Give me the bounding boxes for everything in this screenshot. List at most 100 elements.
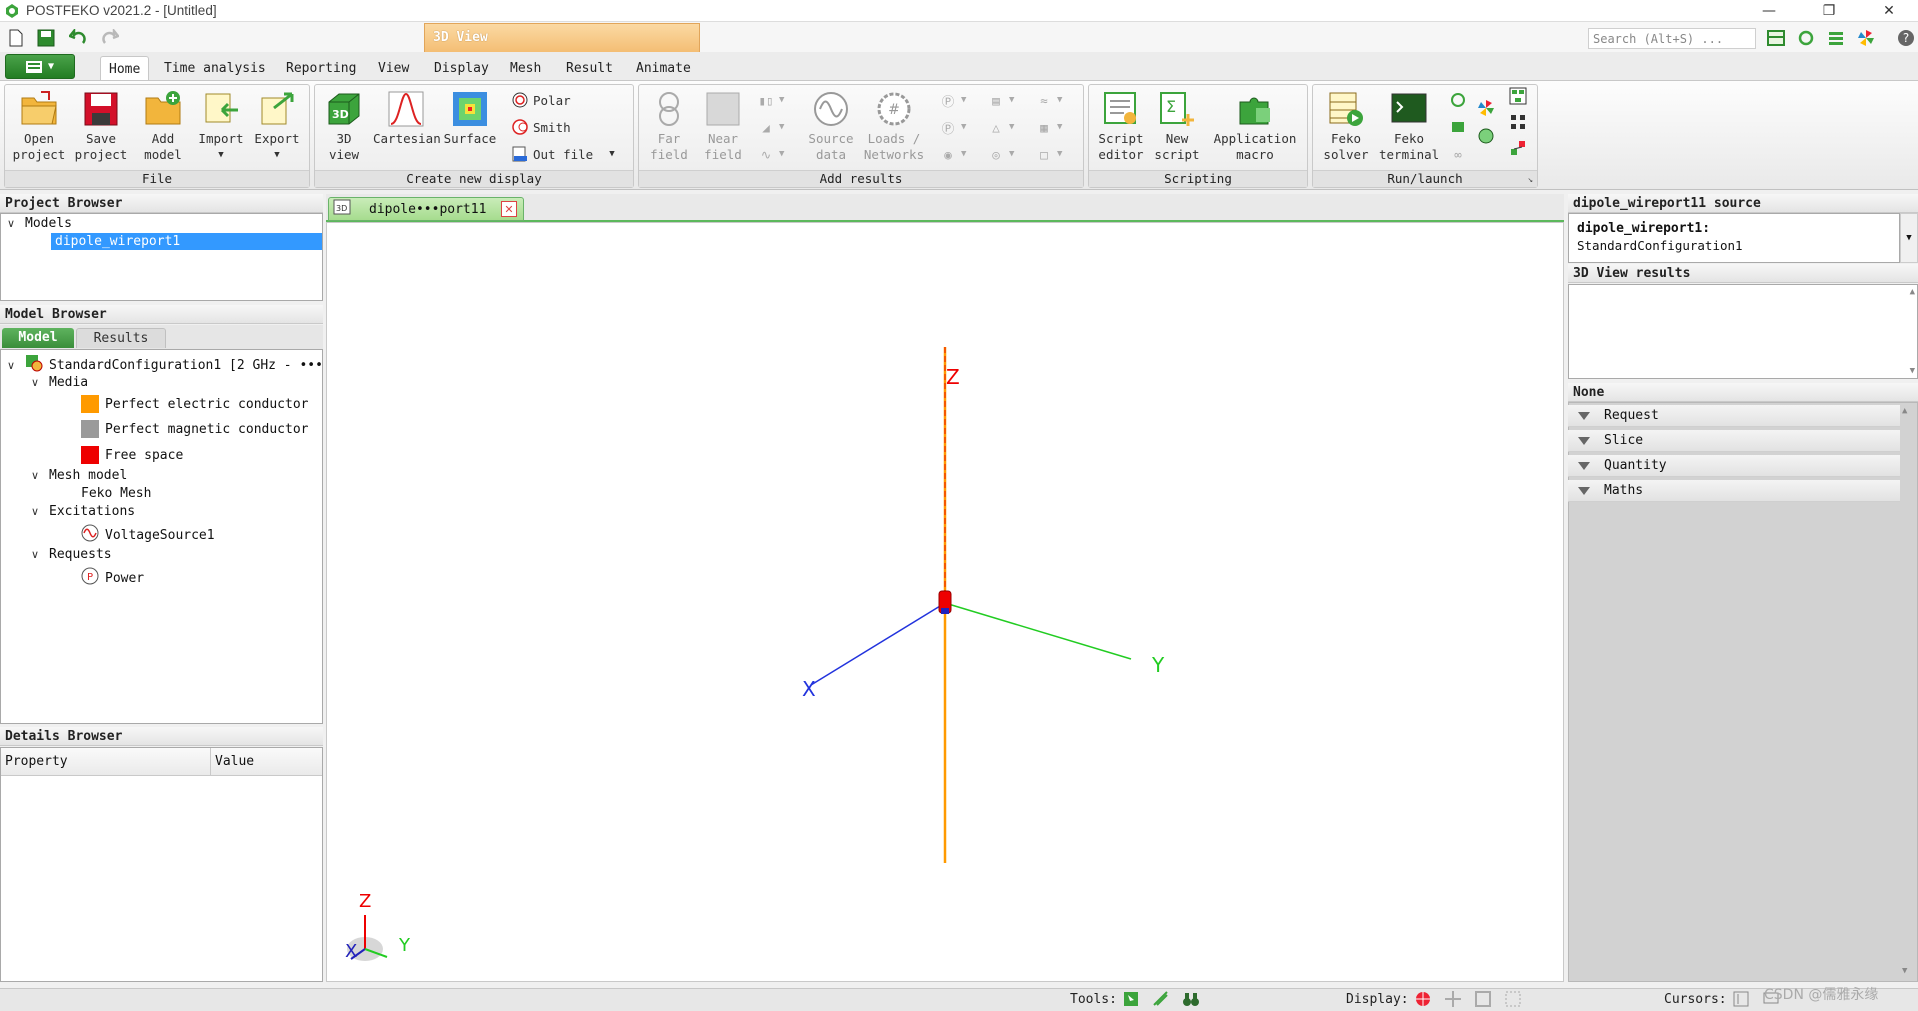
search-input[interactable]: Search (Alt+S) ... xyxy=(1588,28,1756,49)
run-small-button-7[interactable] xyxy=(1509,113,1527,131)
3d-results-list[interactable]: ▲ ▼ xyxy=(1568,284,1918,379)
small-result-button-6[interactable]: ◉ ▼ xyxy=(939,145,966,163)
accordion-request[interactable]: Request xyxy=(1568,405,1900,427)
chevron-down-icon[interactable]: ∨ xyxy=(31,376,43,389)
tree-media-free-space[interactable]: Free space xyxy=(81,446,183,464)
measure-tool-icon[interactable] xyxy=(1152,990,1170,1008)
open-project-button[interactable]: Open project xyxy=(11,89,67,163)
small-result-button-2[interactable]: ◢ ▼ xyxy=(757,118,784,136)
source-data-button[interactable]: Source data xyxy=(803,89,859,163)
near-field-button[interactable]: Near field xyxy=(697,89,749,163)
tree-media-pec[interactable]: Perfect electric conductor xyxy=(81,395,309,413)
accordion-quantity[interactable]: Quantity xyxy=(1568,455,1900,477)
import-button[interactable]: Import ▼ xyxy=(193,89,249,163)
loads-networks-button[interactable]: # Loads / Networks xyxy=(861,89,927,163)
new-file-icon[interactable] xyxy=(6,28,26,48)
column-header-value[interactable]: Value xyxy=(211,748,322,776)
pinwheel-icon[interactable] xyxy=(1856,28,1876,48)
zoom-extents-icon[interactable] xyxy=(1504,990,1522,1008)
tab-results[interactable]: Results xyxy=(76,328,166,348)
chevron-down-icon[interactable]: ∨ xyxy=(31,505,43,518)
small-result-button-9[interactable]: ◎ ▼ xyxy=(987,145,1014,163)
undo-icon[interactable] xyxy=(68,28,88,48)
pan-icon[interactable] xyxy=(1444,990,1462,1008)
tree-configuration[interactable]: ∨ StandardConfiguration1 [2 GHz - ••• xyxy=(7,354,323,376)
close-tab-icon[interactable]: ✕ xyxy=(501,201,517,217)
small-result-button-7[interactable]: ▤ ▼ xyxy=(987,91,1014,109)
tree-feko-mesh[interactable]: Feko Mesh xyxy=(81,486,151,501)
small-result-button-11[interactable]: ▦ ▼ xyxy=(1035,118,1062,136)
cartesian-button[interactable]: Cartesian xyxy=(373,89,441,147)
small-result-button-12[interactable]: □ ▼ xyxy=(1035,145,1062,163)
polar-button[interactable]: Polar xyxy=(511,91,571,109)
list-icon[interactable] xyxy=(1826,28,1846,48)
small-result-button-1[interactable]: ▮▯ ▼ xyxy=(757,91,784,109)
run-small-button-2[interactable] xyxy=(1449,118,1467,136)
add-model-button[interactable]: Add model xyxy=(135,89,191,163)
application-macro-button[interactable]: Application macro xyxy=(1209,89,1301,163)
help-icon[interactable]: ? xyxy=(1896,28,1916,48)
scroll-up-icon[interactable]: ▲ xyxy=(1910,287,1915,297)
script-editor-button[interactable]: Script editor xyxy=(1093,89,1149,163)
run-small-button-4[interactable] xyxy=(1477,99,1495,117)
scroll-down-icon[interactable]: ▼ xyxy=(1910,366,1915,376)
feko-solver-button[interactable]: Feko solver xyxy=(1317,89,1375,163)
save-project-button[interactable]: Save project xyxy=(73,89,129,163)
zoom-box-icon[interactable] xyxy=(1474,990,1492,1008)
chevron-down-icon[interactable]: ∨ xyxy=(31,469,43,482)
tab-model[interactable]: Model xyxy=(2,328,74,348)
small-result-button-3[interactable]: ∿ ▼ xyxy=(757,145,785,163)
restore-button[interactable]: ❐ xyxy=(1806,0,1852,22)
small-result-button-10[interactable]: ≈ ▼ xyxy=(1035,91,1062,109)
document-tab-dipole[interactable]: 3D dipole•••port11 ✕ xyxy=(328,197,524,221)
context-tab-3d-view[interactable]: 3D View xyxy=(424,23,700,53)
tree-excitations[interactable]: ∨ Excitations xyxy=(31,504,135,519)
tree-power[interactable]: P Power xyxy=(81,567,144,589)
redo-icon[interactable] xyxy=(100,28,120,48)
small-result-button-5[interactable]: Ⓟ ▼ xyxy=(939,118,967,136)
accordion-maths[interactable]: Maths xyxy=(1568,480,1900,502)
tree-model-dipole[interactable]: dipole_wireport1 xyxy=(51,233,322,250)
smith-button[interactable]: Smith xyxy=(511,118,571,136)
scroll-up-icon[interactable]: ▲ xyxy=(1902,406,1907,416)
run-small-button-8[interactable] xyxy=(1509,139,1527,157)
export-button[interactable]: Export ▼ xyxy=(249,89,305,163)
tab-view[interactable]: View xyxy=(370,56,417,80)
dialog-launcher-icon[interactable]: ↘ xyxy=(1528,175,1533,185)
surface-button[interactable]: Surface xyxy=(443,89,497,147)
chevron-down-icon[interactable]: ∨ xyxy=(31,548,43,561)
save-icon[interactable] xyxy=(36,28,56,48)
source-dropdown-button[interactable]: ▼ xyxy=(1900,213,1918,263)
column-header-property[interactable]: Property xyxy=(1,748,211,776)
tree-models[interactable]: ∨ Models xyxy=(7,216,72,231)
small-result-button-4[interactable]: Ⓟ ▼ xyxy=(939,91,967,109)
tab-time-analysis[interactable]: Time analysis xyxy=(156,56,274,80)
cursor-icon[interactable] xyxy=(1732,990,1750,1008)
layout-icon[interactable] xyxy=(1766,28,1786,48)
small-result-button-8[interactable]: △ ▼ xyxy=(987,118,1014,136)
select-tool-icon[interactable] xyxy=(1122,990,1140,1008)
far-field-button[interactable]: Far field xyxy=(643,89,695,163)
binoculars-tool-icon[interactable] xyxy=(1182,990,1200,1008)
out-file-button[interactable]: Out file ▼ xyxy=(511,145,615,163)
accordion-slice[interactable]: Slice xyxy=(1568,430,1900,452)
close-button[interactable]: ✕ xyxy=(1866,0,1912,22)
3d-view-button[interactable]: 3D 3D view xyxy=(319,89,369,163)
tab-display[interactable]: Display xyxy=(426,56,497,80)
scroll-down-icon[interactable]: ▼ xyxy=(1902,966,1907,976)
tab-animate[interactable]: Animate xyxy=(628,56,699,80)
tree-requests[interactable]: ∨ Requests xyxy=(31,547,112,562)
feko-terminal-button[interactable]: Feko terminal xyxy=(1379,89,1439,163)
tab-reporting[interactable]: Reporting xyxy=(278,56,364,80)
application-menu-button[interactable]: ▼ xyxy=(5,54,75,79)
chevron-down-icon[interactable]: ∨ xyxy=(7,217,19,230)
run-small-button-5[interactable] xyxy=(1477,127,1495,145)
refresh-icon[interactable] xyxy=(1796,28,1816,48)
new-script-button[interactable]: Σ New script xyxy=(1151,89,1203,163)
tab-home[interactable]: Home xyxy=(100,56,150,80)
tree-media-pmc[interactable]: Perfect magnetic conductor xyxy=(81,420,309,438)
run-small-button-6[interactable] xyxy=(1509,87,1527,105)
chevron-down-icon[interactable]: ∨ xyxy=(7,359,19,372)
tree-voltage-source[interactable]: VoltageSource1 xyxy=(81,524,215,546)
tab-mesh[interactable]: Mesh xyxy=(502,56,549,80)
